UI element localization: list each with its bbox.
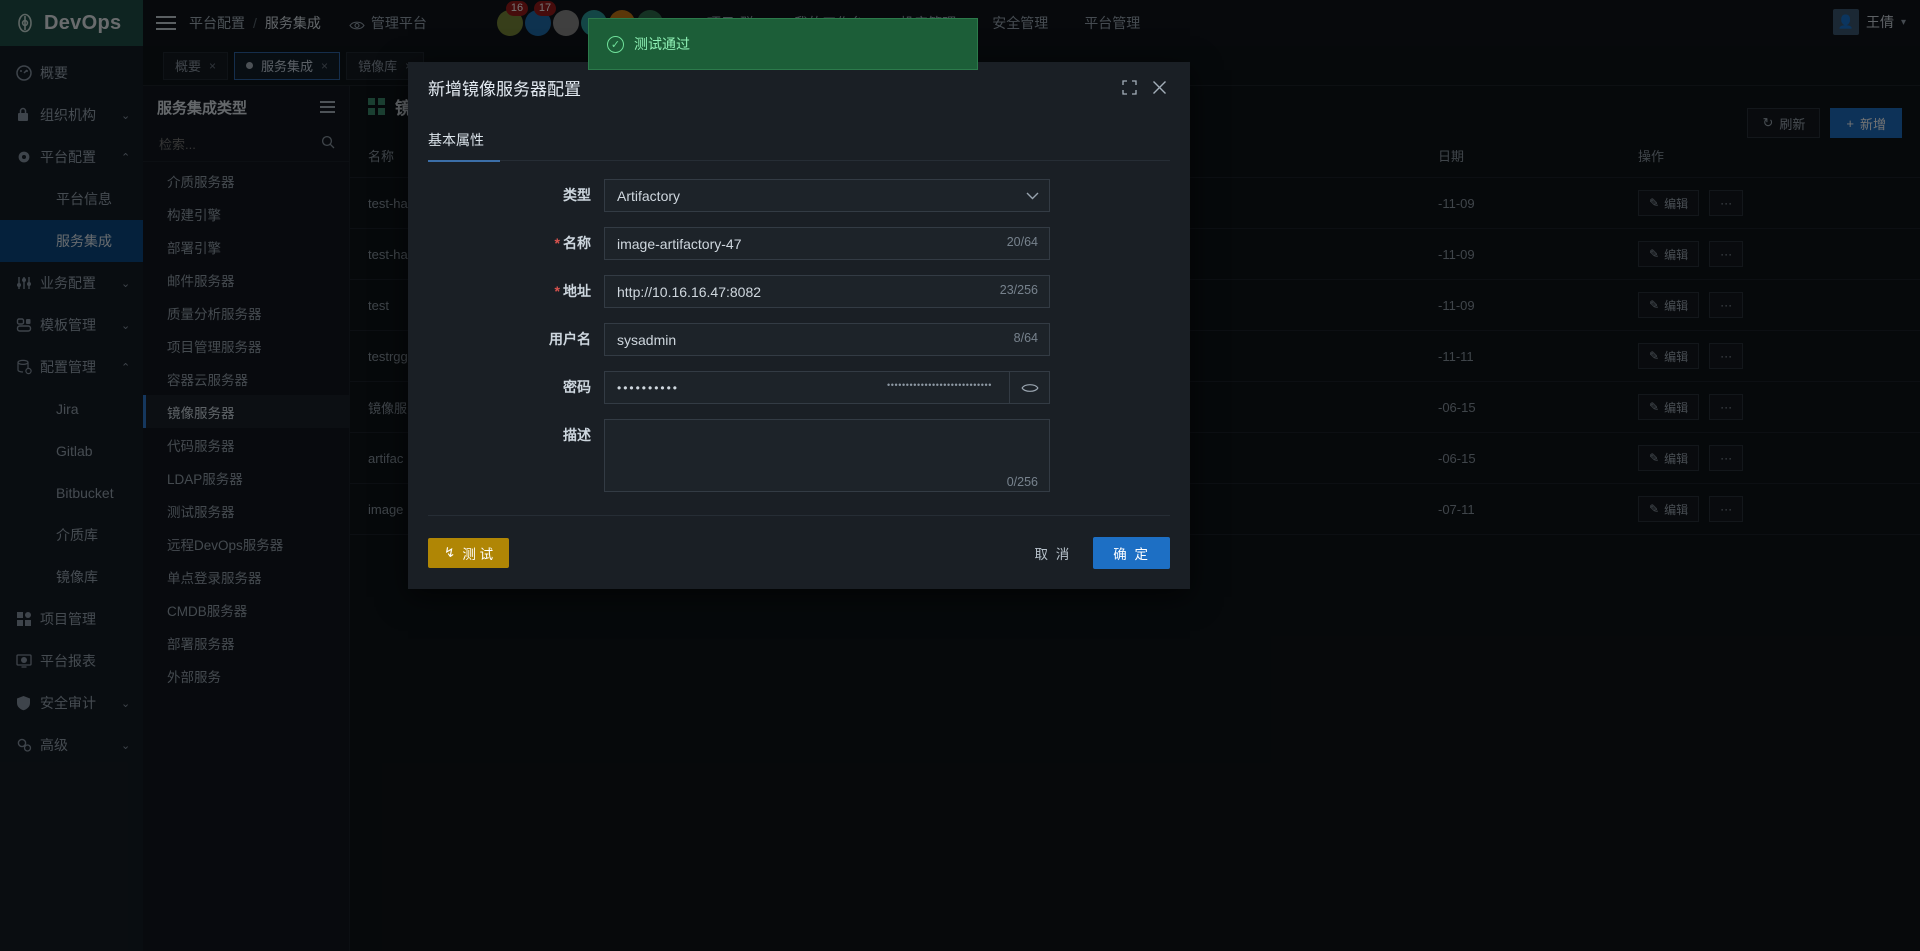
toast-notification: ✓ 测试通过 bbox=[588, 18, 978, 70]
address-counter: 23/256 bbox=[1000, 283, 1038, 297]
name-control: 20/64 bbox=[604, 227, 1050, 260]
app-root: DevOps 概要组织机构⌄平台配置⌃平台信息服务集成业务配置⌄模板管理⌄配置管… bbox=[0, 0, 1920, 951]
required-marker: * bbox=[555, 235, 560, 251]
test-run-icon: ↯ bbox=[444, 545, 455, 561]
password-value: •••••••••• bbox=[617, 381, 679, 395]
username-input[interactable] bbox=[604, 323, 1050, 356]
description-label: 描述 bbox=[428, 419, 604, 452]
password-control: •••••••••• •••••••••••••••••••••••••••• bbox=[604, 371, 1050, 404]
chevron-down-icon[interactable] bbox=[1026, 189, 1039, 203]
address-control: 23/256 bbox=[604, 275, 1050, 308]
footer-right-actions: 取 消 确 定 bbox=[1028, 537, 1170, 569]
type-label: 类型 bbox=[428, 179, 604, 212]
cancel-button[interactable]: 取 消 bbox=[1028, 542, 1077, 564]
name-label: *名称 bbox=[428, 227, 604, 260]
field-row-address: *地址 23/256 bbox=[428, 275, 1170, 308]
server-form: 类型 Artifactory *名称 20/64 bbox=[408, 161, 1190, 497]
eye-slash-icon[interactable] bbox=[1010, 371, 1050, 404]
check-circle-icon: ✓ bbox=[607, 36, 624, 53]
confirm-button[interactable]: 确 定 bbox=[1093, 537, 1170, 569]
test-button[interactable]: ↯ 测 试 bbox=[428, 538, 509, 568]
section-divider bbox=[428, 160, 1170, 161]
field-row-username: 用户名 8/64 bbox=[428, 323, 1170, 356]
field-row-name: *名称 20/64 bbox=[428, 227, 1170, 260]
toast-message: 测试通过 bbox=[634, 34, 690, 54]
field-row-password: 密码 •••••••••• ••••••••••••••• bbox=[428, 371, 1170, 404]
name-input[interactable] bbox=[604, 227, 1050, 260]
type-value: Artifactory bbox=[617, 188, 680, 204]
fullscreen-icon[interactable] bbox=[1114, 72, 1144, 102]
close-icon[interactable] bbox=[1144, 72, 1174, 102]
type-control: Artifactory bbox=[604, 179, 1050, 212]
dialog-title: 新增镜像服务器配置 bbox=[428, 75, 1114, 100]
dialog-footer: ↯ 测 试 取 消 确 定 bbox=[428, 515, 1170, 589]
password-label: 密码 bbox=[428, 371, 604, 404]
username-control: 8/64 bbox=[604, 323, 1050, 356]
address-input[interactable] bbox=[604, 275, 1050, 308]
required-marker: * bbox=[555, 283, 560, 299]
section-title: 基本属性 bbox=[408, 112, 1190, 160]
username-label: 用户名 bbox=[428, 323, 604, 356]
add-image-server-dialog: 新增镜像服务器配置 基本属性 类型 Artifactory bbox=[408, 62, 1190, 589]
password-ghost-text: •••••••••••••••••••••••••••• bbox=[887, 380, 992, 390]
field-row-type: 类型 Artifactory bbox=[428, 179, 1170, 212]
address-label: *地址 bbox=[428, 275, 604, 308]
name-counter: 20/64 bbox=[1007, 235, 1038, 249]
description-textarea[interactable] bbox=[604, 419, 1050, 492]
description-control: 0/256 bbox=[604, 419, 1050, 497]
type-select[interactable]: Artifactory bbox=[604, 179, 1050, 212]
username-counter: 8/64 bbox=[1014, 331, 1038, 345]
field-row-description: 描述 0/256 bbox=[428, 419, 1170, 497]
test-label: 测 试 bbox=[462, 543, 493, 563]
description-counter: 0/256 bbox=[1007, 475, 1038, 489]
